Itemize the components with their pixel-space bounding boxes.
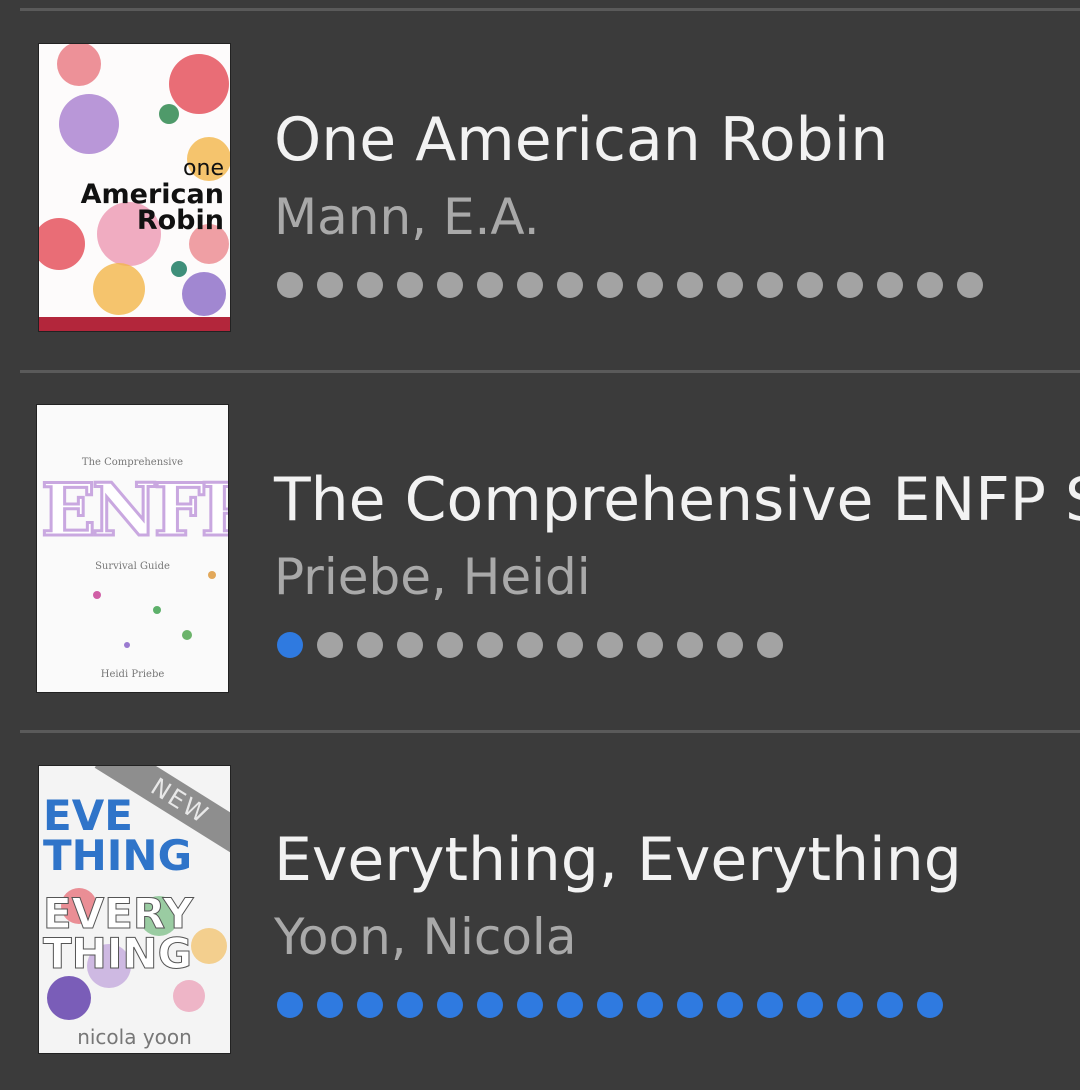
progress-dot-unread (477, 272, 503, 298)
book-row[interactable]: one American Robin One American Robin Ma… (0, 10, 1080, 373)
book-title: One American Robin (274, 105, 889, 175)
progress-dot-read (797, 992, 823, 1018)
progress-dot-unread (357, 632, 383, 658)
progress-dot-read (437, 992, 463, 1018)
cover-title-line: Robin (136, 205, 224, 236)
book-author: Priebe, Heidi (274, 548, 591, 606)
progress-dot-unread (677, 272, 703, 298)
book-title: Everything, Everything (274, 825, 962, 895)
book-author: Mann, E.A. (274, 188, 540, 246)
confetti-icon (93, 571, 216, 648)
progress-dot-read (637, 992, 663, 1018)
progress-dot-read (597, 992, 623, 1018)
cover-word: THING (43, 831, 193, 880)
progress-dot-unread (357, 272, 383, 298)
progress-dot-unread (597, 272, 623, 298)
cover-author-text: nicola yoon (77, 1025, 192, 1049)
progress-dot-unread (277, 272, 303, 298)
book-title: The Comprehensive ENFP S (274, 465, 1080, 535)
progress-dot-unread (317, 272, 343, 298)
progress-dot-unread (477, 632, 503, 658)
book-cover[interactable]: The Comprehensive ENFP Survival Guide He… (36, 404, 229, 693)
cover-word: EVERY (42, 889, 194, 938)
progress-dot-unread (397, 272, 423, 298)
cover-byline-band (39, 317, 230, 331)
progress-dot-read (317, 992, 343, 1018)
progress-dot-read (397, 992, 423, 1018)
progress-dot-read (877, 992, 903, 1018)
progress-dot-unread (437, 632, 463, 658)
progress-dot-unread (557, 272, 583, 298)
cover-word: EVE (43, 791, 133, 840)
progress-dot-unread (837, 272, 863, 298)
progress-dot-read (357, 992, 383, 1018)
progress-dot-unread (397, 632, 423, 658)
progress-dot-read (517, 992, 543, 1018)
progress-dot-read (557, 992, 583, 1018)
progress-dot-unread (957, 272, 983, 298)
progress-dot-unread (317, 632, 343, 658)
progress-dot-read (477, 992, 503, 1018)
progress-dot-unread (757, 632, 783, 658)
progress-dots (277, 272, 983, 298)
progress-dot-unread (637, 632, 663, 658)
book-cover[interactable]: one American Robin (38, 43, 231, 332)
progress-dot-unread (597, 632, 623, 658)
progress-dot-unread (717, 632, 743, 658)
progress-dot-read (677, 992, 703, 1018)
progress-dot-read (277, 632, 303, 658)
book-author: Yoon, Nicola (274, 908, 577, 966)
progress-dot-unread (557, 632, 583, 658)
progress-dot-read (277, 992, 303, 1018)
book-row[interactable]: The Comprehensive ENFP Survival Guide He… (0, 370, 1080, 733)
progress-dot-unread (437, 272, 463, 298)
progress-dot-unread (517, 632, 543, 658)
progress-dot-unread (637, 272, 663, 298)
progress-dot-read (837, 992, 863, 1018)
progress-dots (277, 992, 943, 1018)
progress-dot-unread (877, 272, 903, 298)
progress-dot-unread (757, 272, 783, 298)
book-row[interactable]: EVE THING EVERY THING NEW nicola yoon Ev… (0, 730, 1080, 1090)
cover-title: one American Robin (81, 156, 224, 234)
book-cover[interactable]: EVE THING EVERY THING NEW nicola yoon (38, 765, 231, 1054)
progress-dot-read (757, 992, 783, 1018)
progress-dot-unread (517, 272, 543, 298)
progress-dots (277, 632, 783, 658)
cover-word: THING (42, 929, 193, 978)
progress-dot-unread (717, 272, 743, 298)
progress-dot-unread (917, 272, 943, 298)
progress-dot-unread (677, 632, 703, 658)
progress-dot-read (717, 992, 743, 1018)
progress-dot-read (917, 992, 943, 1018)
progress-dot-unread (797, 272, 823, 298)
